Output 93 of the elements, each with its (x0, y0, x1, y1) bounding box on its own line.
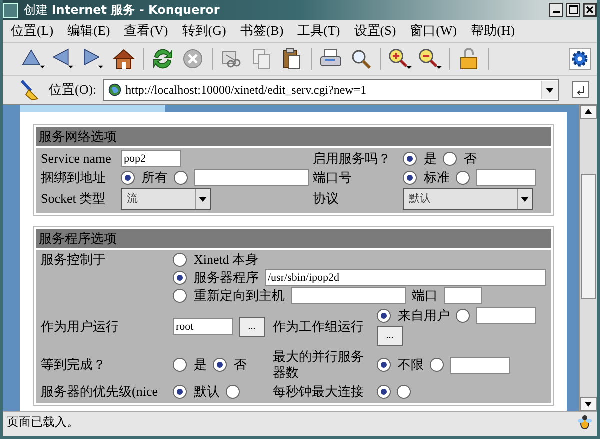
radio-button[interactable] (121, 170, 135, 184)
scroll-down-icon[interactable] (580, 397, 597, 411)
field-label: 端口号 (313, 170, 353, 186)
radio-label: 所有 (142, 170, 168, 186)
radio-button[interactable] (403, 152, 417, 166)
window-title: 创建 Internet 服务 - Konqueror (24, 2, 220, 18)
radio-button[interactable] (456, 308, 470, 322)
field-label: 启用服务吗？ (313, 150, 392, 166)
input-field[interactable] (194, 169, 309, 186)
scrollbar[interactable] (579, 105, 597, 411)
window-menu-icon[interactable] (3, 2, 18, 18)
url-text: http://localhost:10000/xinetd/edit_serv.cgi?new=1 (126, 82, 368, 98)
field-label: 端口 (412, 288, 438, 304)
radio-label: 标准 (424, 170, 450, 186)
input-field[interactable] (476, 169, 536, 186)
field-label: Service name (41, 150, 112, 166)
field-label: 等到完成？ (41, 357, 107, 373)
menu-item[interactable]: 帮助(H) (471, 22, 516, 40)
field-label: 捆绑到地址 (41, 170, 107, 186)
location-label: 位置(O): (49, 81, 97, 99)
radio-label: 否 (464, 150, 477, 166)
radio-label: 来自用户 (398, 308, 450, 324)
section-title: 服务程序选项 (36, 229, 551, 248)
close-icon[interactable] (583, 3, 597, 17)
menu-item[interactable]: 设置(S) (354, 22, 396, 40)
dropdown[interactable]: 流 (121, 188, 211, 210)
url-field[interactable]: http://localhost:10000/xinetd/edit_serv.cgi?new=1 (102, 79, 559, 101)
dropdown-caret-icon (517, 189, 532, 209)
radio-label: 不限 (398, 357, 424, 373)
menu-item[interactable]: 书签(B) (240, 22, 284, 40)
radio-button[interactable] (173, 358, 187, 372)
radio-label: 重新定向到主机 (194, 288, 285, 304)
field-label: 服务控制于 (41, 252, 107, 268)
input-field[interactable]: /usr/sbin/ipop2d (265, 269, 546, 286)
input-field[interactable] (291, 287, 406, 304)
radio-label: 是 (194, 357, 207, 373)
radio-button[interactable] (174, 170, 188, 184)
input-field[interactable] (450, 356, 510, 374)
up-arrow-icon[interactable] (21, 47, 47, 71)
minimize-icon[interactable] (549, 3, 563, 17)
input-field[interactable] (444, 287, 482, 304)
dropdown[interactable]: 默认 (403, 188, 533, 210)
radio-button[interactable] (226, 385, 240, 399)
radio-label: 服务器程序 (194, 270, 259, 286)
bug-icon (577, 414, 593, 430)
radio-button[interactable] (403, 170, 417, 184)
radio-button[interactable] (173, 270, 187, 284)
radio-button[interactable] (173, 253, 187, 267)
radio-button[interactable] (173, 288, 187, 302)
radio-button[interactable] (456, 170, 470, 184)
section-title: 服务网络选项 (36, 127, 551, 146)
field-label: 协议 (313, 191, 340, 207)
clear-location-icon[interactable] (571, 80, 591, 100)
scroll-up-icon[interactable] (580, 105, 597, 119)
field-label: Socket 类型 (41, 191, 107, 207)
menu-item[interactable]: 编辑(E) (68, 22, 110, 40)
radio-button[interactable] (377, 358, 391, 372)
menu-item[interactable]: 转到(G) (182, 22, 226, 40)
radio-button[interactable] (173, 385, 187, 399)
gear-icon[interactable] (569, 48, 591, 70)
field-label: 每秒钟最大连接 (273, 384, 365, 400)
radio-label: 否 (234, 357, 247, 373)
zoom-in-icon[interactable] (387, 47, 413, 71)
dropdown-caret-icon[interactable] (541, 81, 558, 99)
radio-button[interactable] (377, 308, 391, 322)
globe-icon (108, 83, 122, 97)
field-label: 作为工作组运行 (273, 318, 365, 334)
input-field[interactable]: root (173, 318, 233, 335)
radio-button[interactable] (443, 152, 457, 166)
radio-button[interactable] (213, 358, 227, 372)
radio-label: 默认 (194, 384, 220, 400)
dropdown-caret-icon (195, 189, 210, 209)
zoom-out-icon[interactable] (417, 47, 443, 71)
maximize-icon[interactable] (566, 3, 580, 17)
browse-button[interactable]: ... (377, 326, 403, 346)
radio-button[interactable] (430, 358, 444, 372)
menu-item[interactable]: 位置(L) (11, 22, 54, 40)
house-icon[interactable] (111, 47, 137, 71)
radio-button[interactable] (377, 385, 391, 399)
field-label: 最大的并行服务器数 (273, 349, 365, 381)
menu-item[interactable]: 查看(V) (124, 22, 168, 40)
field-label: 作为用户运行 (41, 318, 120, 334)
radio-label: Xinetd 本身 (194, 252, 259, 268)
status-text: 页面已载入。 (7, 414, 80, 430)
menu-item[interactable]: 工具(T) (298, 22, 340, 40)
field-label: 服务器的优先级(nice (41, 384, 159, 400)
menu-item[interactable]: 窗口(W) (410, 22, 458, 40)
input-field[interactable]: pop2 (121, 150, 181, 167)
radio-button[interactable] (397, 385, 411, 399)
input-field[interactable] (476, 307, 536, 324)
radio-label: 是 (424, 150, 437, 166)
browse-button[interactable]: ... (239, 316, 265, 336)
scroll-thumb[interactable] (581, 174, 596, 299)
